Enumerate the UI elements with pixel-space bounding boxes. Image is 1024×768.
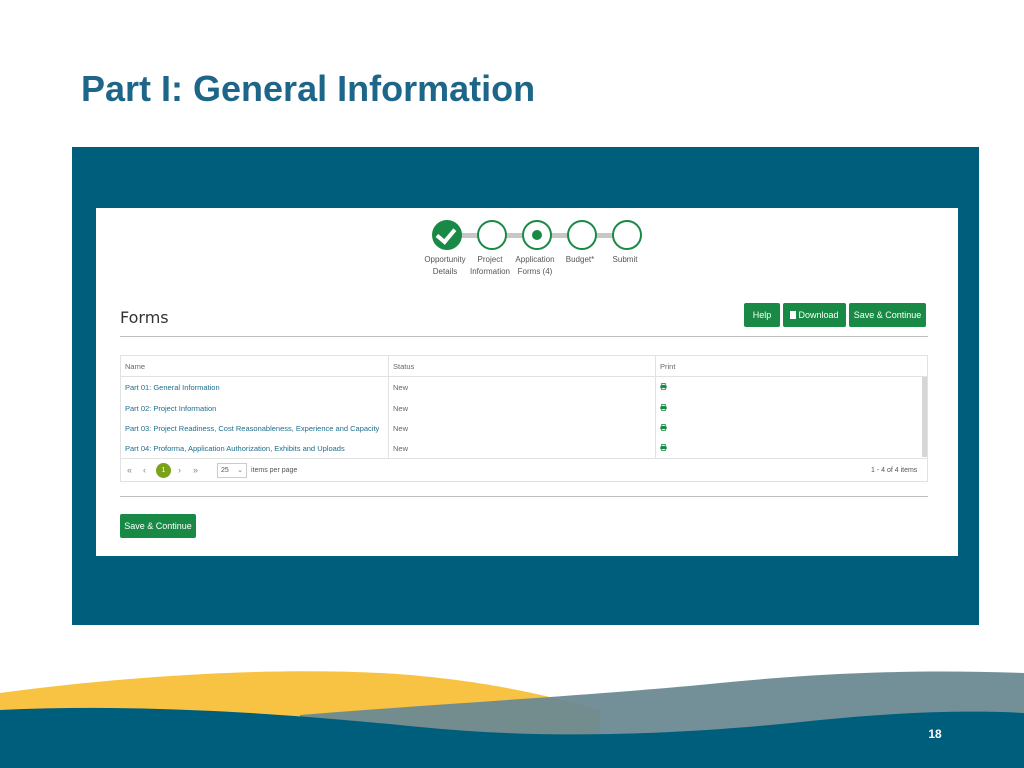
next-page-icon[interactable]: › (178, 465, 181, 475)
column-header-status[interactable]: Status (393, 362, 414, 371)
status-cell: New (393, 424, 409, 433)
step-label-line: Submit (612, 255, 638, 264)
column-header-print[interactable]: Print (660, 362, 675, 371)
page-number: 18 (928, 727, 942, 741)
table-scrollbar[interactable] (922, 377, 927, 457)
items-per-page-label: items per page (251, 467, 298, 474)
page-size-select[interactable]: 25 ⌄ (217, 463, 247, 478)
forms-heading: Forms (120, 308, 169, 327)
help-button[interactable]: Help (744, 303, 780, 327)
status-cell: New (393, 383, 409, 392)
step-project-information[interactable] (477, 220, 507, 250)
printer-icon[interactable] (660, 404, 667, 411)
decorative-waves (0, 671, 1024, 768)
table-pager: « ‹ 1 › » 25 ⌄ items per page 1 - 4 of 4… (121, 458, 927, 483)
step-budget[interactable] (567, 220, 597, 250)
progress-stepper: Opportunity Details Project Information … (96, 208, 958, 288)
page-size-value: 25 (221, 467, 229, 474)
divider (120, 336, 928, 337)
first-page-icon[interactable]: « (127, 465, 132, 475)
file-icon (790, 311, 797, 319)
printer-icon[interactable] (660, 424, 667, 431)
step-label-line: Forms (4) (517, 267, 553, 276)
checkmark-icon (435, 223, 457, 245)
table-header: Name Status Print (121, 356, 927, 377)
last-page-icon[interactable]: » (193, 465, 198, 475)
download-button[interactable]: Download (783, 303, 846, 327)
printer-icon[interactable] (660, 383, 667, 390)
application-window: Opportunity Details Project Information … (96, 208, 958, 556)
step-application-forms[interactable] (522, 220, 552, 250)
column-separator (655, 356, 656, 459)
column-header-name[interactable]: Name (125, 362, 145, 371)
divider (120, 496, 928, 497)
pager-summary: 1 - 4 of 4 items (871, 467, 918, 474)
form-link-part-01[interactable]: Part 01: General Information (125, 383, 220, 392)
status-cell: New (393, 444, 409, 453)
save-continue-button-bottom[interactable]: Save & Continue (120, 514, 196, 538)
chevron-down-icon: ⌄ (237, 467, 243, 474)
form-link-part-04[interactable]: Part 04: Proforma, Application Authoriza… (125, 444, 345, 453)
printer-icon[interactable] (660, 444, 667, 451)
step-opportunity-details[interactable] (432, 220, 462, 250)
page-button-current[interactable]: 1 (156, 463, 171, 478)
slide-title: Part I: General Information (81, 68, 536, 109)
forms-table: Name Status Print Part 01: General Infor… (120, 355, 928, 482)
step-label-submit: Submit (597, 254, 653, 266)
step-submit[interactable] (612, 220, 642, 250)
download-label: Download (798, 310, 839, 320)
current-step-dot-icon (532, 230, 542, 240)
form-link-part-03[interactable]: Part 03: Project Readiness, Cost Reasona… (125, 424, 379, 433)
save-continue-button-top[interactable]: Save & Continue (849, 303, 926, 327)
column-separator (388, 356, 389, 459)
form-link-part-02[interactable]: Part 02: Project Information (125, 404, 216, 413)
previous-page-icon[interactable]: ‹ (143, 465, 146, 475)
status-cell: New (393, 404, 409, 413)
